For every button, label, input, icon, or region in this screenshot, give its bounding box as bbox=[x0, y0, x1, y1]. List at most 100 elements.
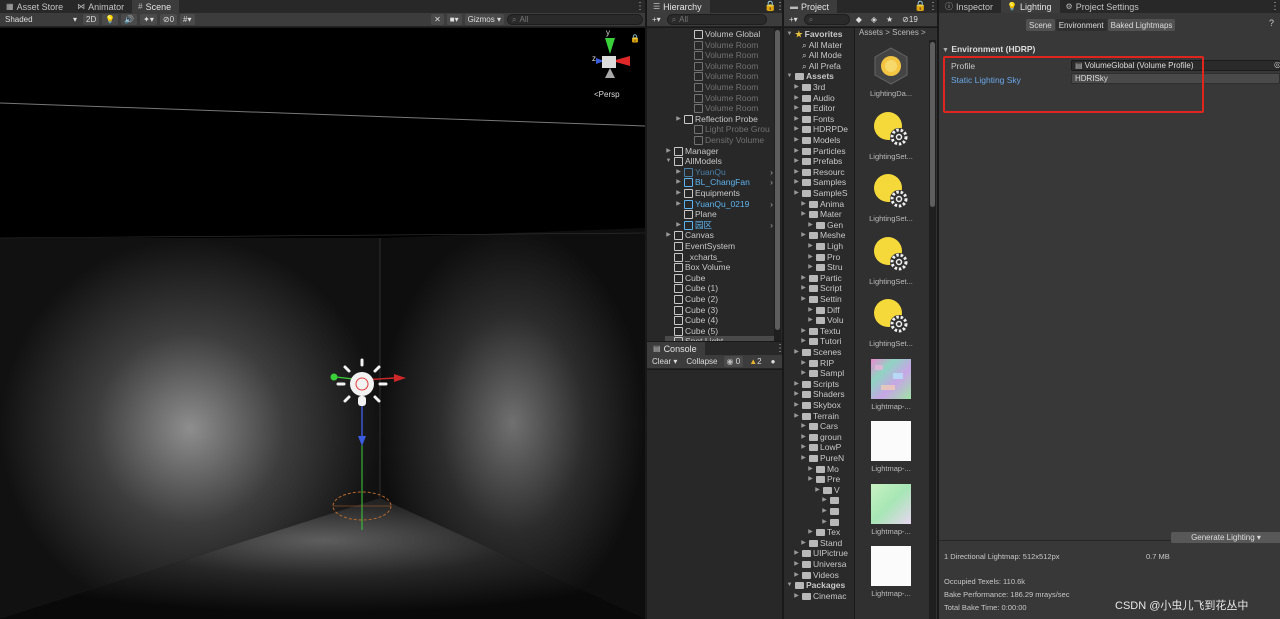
shading-mode-dropdown[interactable]: Shaded ▾ bbox=[2, 14, 80, 25]
hierarchy-item[interactable]: Cube (4) bbox=[665, 315, 775, 326]
project-tree-item[interactable]: ▶ Volu bbox=[807, 315, 854, 326]
foldout-arrow-icon[interactable]: ▶ bbox=[821, 517, 828, 528]
project-tree-item[interactable]: ▶ Diff bbox=[807, 305, 854, 316]
foldout-arrow-icon[interactable]: ▶ bbox=[807, 252, 814, 263]
project-tree-item[interactable]: ▼ ★ Favorites bbox=[786, 29, 854, 40]
help-icon[interactable]: ? bbox=[1269, 18, 1274, 28]
foldout-arrow-icon[interactable]: ▶ bbox=[793, 559, 800, 570]
tools-icon[interactable]: ✕ bbox=[431, 14, 444, 25]
hidden-packages-button[interactable]: ⊘ 19 bbox=[899, 14, 921, 25]
console-panel[interactable] bbox=[647, 370, 782, 619]
hierarchy-item[interactable]: Volume Room bbox=[685, 40, 775, 51]
audio-toggle-icon[interactable]: 🔊 bbox=[121, 14, 138, 25]
toggle-2d-button[interactable]: 2D bbox=[83, 14, 100, 25]
project-tree-item[interactable]: ▶ Tutori bbox=[800, 336, 854, 347]
project-tree-item[interactable]: ▶ V bbox=[814, 485, 854, 496]
project-tree-item[interactable]: ▶ bbox=[821, 506, 854, 517]
hierarchy-item[interactable]: Volume Global bbox=[685, 29, 775, 40]
project-tree-item[interactable]: ▶ Shaders bbox=[793, 389, 854, 400]
console-error-icon[interactable]: ● bbox=[767, 356, 779, 367]
tab-project-settings[interactable]: ⚙ Project Settings bbox=[1060, 0, 1147, 13]
project-tree-item[interactable]: ▶ HDRPDe bbox=[793, 124, 854, 135]
foldout-arrow-icon[interactable]: ▶ bbox=[800, 358, 807, 369]
project-tree-item[interactable]: ▶ Audio bbox=[793, 93, 854, 104]
asset-thumbnail[interactable] bbox=[871, 171, 911, 211]
foldout-arrow-icon[interactable]: ▶ bbox=[793, 103, 800, 114]
foldout-arrow-icon[interactable]: ▶ bbox=[675, 220, 682, 231]
subtab-baked-lightmaps[interactable]: Baked Lightmaps bbox=[1107, 19, 1176, 31]
hierarchy-item[interactable]: Spot Light bbox=[665, 336, 775, 341]
project-tree-item[interactable]: ▶ Cars bbox=[800, 421, 854, 432]
project-search-input[interactable]: ⌕ bbox=[803, 14, 850, 25]
tab-inspector[interactable]: ⓘ Inspector bbox=[939, 0, 1001, 13]
project-tree-item[interactable]: ▶ Partic bbox=[800, 273, 854, 284]
foldout-arrow-icon[interactable]: ▶ bbox=[793, 135, 800, 146]
project-tree-item[interactable]: ▶ Fonts bbox=[793, 114, 854, 125]
foldout-arrow-icon[interactable]: ▶ bbox=[800, 442, 807, 453]
effects-toggle-icon[interactable]: ✦▾ bbox=[140, 14, 157, 25]
hierarchy-item[interactable]: Cube (2) bbox=[665, 294, 775, 305]
project-tree-item[interactable]: ▶ Skybox bbox=[793, 400, 854, 411]
project-tree-item[interactable]: ▶ Pro bbox=[807, 252, 854, 263]
foldout-arrow-icon[interactable]: ▶ bbox=[800, 294, 807, 305]
breadcrumb-scenes[interactable]: Scenes bbox=[892, 28, 919, 37]
project-tree-item[interactable]: ▶ 3rd bbox=[793, 82, 854, 93]
lighting-menu-icon[interactable]: ⋮ bbox=[1270, 0, 1280, 13]
hierarchy-item[interactable]: _xcharts_ bbox=[665, 252, 775, 263]
foldout-arrow-icon[interactable]: ▶ bbox=[807, 474, 814, 485]
asset-thumbnail[interactable] bbox=[871, 296, 911, 336]
foldout-arrow-icon[interactable]: ▶ bbox=[793, 167, 800, 178]
scene-viewport[interactable]: y z 🔒 <Persp bbox=[0, 28, 645, 619]
project-tree-item[interactable]: ▶ RIP bbox=[800, 358, 854, 369]
foldout-arrow-icon[interactable]: ▶ bbox=[793, 379, 800, 390]
foldout-arrow-icon[interactable]: ▶ bbox=[793, 548, 800, 559]
projection-label[interactable]: <Persp bbox=[594, 90, 620, 99]
asset-thumbnail[interactable] bbox=[871, 234, 911, 274]
project-grid-panel[interactable]: Assets > Scenes > LightingDa... LightingS… bbox=[855, 28, 937, 619]
hierarchy-item[interactable]: ▶ Equipments bbox=[675, 188, 775, 199]
foldout-arrow-icon[interactable]: ▶ bbox=[793, 591, 800, 602]
project-tree-item[interactable]: ▶ UIPictrue bbox=[793, 548, 854, 559]
foldout-arrow-icon[interactable]: ▶ bbox=[807, 241, 814, 252]
project-tree-item[interactable]: ▶ Pre bbox=[807, 474, 854, 485]
project-tree-item[interactable]: ▶ LowP bbox=[800, 442, 854, 453]
foldout-arrow-icon[interactable]: ▶ bbox=[793, 188, 800, 199]
asset-thumbnail[interactable] bbox=[871, 421, 911, 461]
object-picker-icon[interactable]: ◎ bbox=[1274, 60, 1280, 69]
lighting-toggle-icon[interactable]: 💡 bbox=[102, 14, 119, 25]
tab-lighting[interactable]: 💡 Lighting bbox=[1001, 0, 1060, 13]
camera-dropdown-icon[interactable]: ■▾ bbox=[446, 14, 462, 25]
foldout-arrow-icon[interactable]: ▶ bbox=[807, 220, 814, 231]
foldout-arrow-icon[interactable]: ▶ bbox=[800, 326, 807, 337]
project-tree-item[interactable]: ▶ Prefabs bbox=[793, 156, 854, 167]
hierarchy-item[interactable]: Volume Room bbox=[685, 103, 775, 114]
hierarchy-item[interactable]: Plane bbox=[675, 209, 775, 220]
project-tree-item[interactable]: ▶ Meshe bbox=[800, 230, 854, 241]
console-clear-dropdown[interactable]: Clear ▾ bbox=[649, 356, 681, 367]
project-add-button[interactable]: +▾ bbox=[786, 14, 801, 25]
foldout-arrow-icon[interactable]: ▶ bbox=[675, 167, 682, 178]
hierarchy-item[interactable]: Volume Room bbox=[685, 93, 775, 104]
project-tree-item[interactable]: ▶ Universa bbox=[793, 559, 854, 570]
project-grid-scrollbar[interactable] bbox=[929, 40, 936, 619]
foldout-arrow-icon[interactable]: ▶ bbox=[800, 336, 807, 347]
hierarchy-item[interactable]: ▶ Manager bbox=[665, 146, 775, 157]
foldout-arrow-icon[interactable]: ▶ bbox=[800, 421, 807, 432]
hierarchy-item[interactable]: Volume Room bbox=[685, 71, 775, 82]
foldout-arrow-icon[interactable]: ▶ bbox=[675, 199, 682, 210]
foldout-arrow-icon[interactable]: ▶ bbox=[793, 82, 800, 93]
project-tree-item[interactable]: ▶ Settin bbox=[800, 294, 854, 305]
favorite-star-icon[interactable]: ★ bbox=[883, 14, 897, 25]
foldout-arrow-icon[interactable]: ▶ bbox=[807, 315, 814, 326]
foldout-arrow-icon[interactable]: ▶ bbox=[807, 527, 814, 538]
foldout-arrow-icon[interactable]: ▶ bbox=[793, 347, 800, 358]
scene-menu-icon[interactable]: ⋮ bbox=[635, 0, 645, 13]
hierarchy-scrollbar[interactable] bbox=[774, 28, 781, 341]
project-tree-item[interactable]: ▶ Editor bbox=[793, 103, 854, 114]
project-tree-item[interactable]: ▶ Resourc bbox=[793, 167, 854, 178]
breadcrumb-assets[interactable]: Assets bbox=[859, 28, 883, 37]
foldout-arrow-icon[interactable]: ▶ bbox=[821, 495, 828, 506]
project-tree-item[interactable]: ▶ Scenes bbox=[793, 347, 854, 358]
foldout-arrow-icon[interactable]: ▶ bbox=[793, 570, 800, 581]
hierarchy-item[interactable]: ▶ BL_ChangFan › bbox=[675, 177, 775, 188]
